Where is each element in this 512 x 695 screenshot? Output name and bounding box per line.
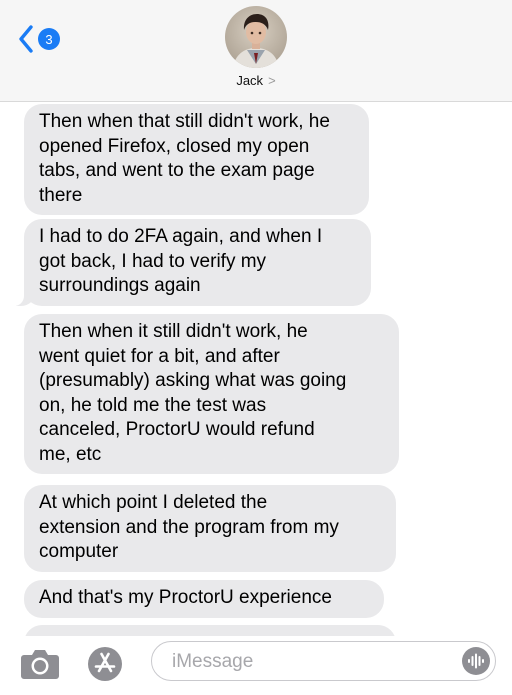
message-thread[interactable]: Then when that still didn't work, he ope…: [0, 102, 512, 636]
message-bubble[interactable]: At which point I deleted the extension a…: [24, 485, 396, 572]
message-line: Then when it still didn't work, he: [39, 321, 308, 342]
conversation-header: 3 Jack >: [0, 0, 512, 102]
imessage-field[interactable]: [151, 641, 496, 682]
message-line: got back, I had to verify my: [39, 250, 267, 272]
message-line: At which point I deleted the: [39, 492, 268, 513]
message-line: me, etc: [39, 443, 102, 465]
message-bubble[interactable]: I had to do 2FA again, and when I got ba…: [14, 219, 371, 306]
message-line: went quiet for a bit, and after: [39, 345, 280, 367]
message-bubble[interactable]: Then when that still didn't work, he ope…: [24, 104, 369, 215]
message-line: extension and the program from my: [39, 516, 339, 538]
contact-avatar[interactable]: [225, 6, 287, 68]
message-input[interactable]: [170, 642, 444, 682]
chevron-right-icon: >: [268, 73, 276, 88]
message-line: Then when that still didn't work, he: [39, 111, 330, 132]
app-store-button[interactable]: [87, 646, 123, 687]
message-line: on, he told me the test was: [39, 394, 267, 416]
unread-count-badge: 3: [38, 28, 60, 50]
back-button[interactable]: 3: [18, 24, 60, 54]
message-line: there: [39, 184, 83, 206]
message-line: computer: [39, 541, 119, 562]
contact-name: Jack: [236, 73, 264, 88]
message-bubble[interactable]: Then when it still didn't work, he went …: [24, 314, 399, 474]
audio-waveform-icon: [468, 653, 484, 669]
audio-message-button[interactable]: [462, 647, 490, 675]
message-line: opened Firefox, closed my open: [39, 135, 310, 157]
message-bubble-partial[interactable]: [24, 625, 396, 636]
camera-button[interactable]: [20, 648, 60, 685]
contact-name-button[interactable]: Jack >: [0, 73, 512, 88]
app-store-icon: [88, 647, 122, 681]
message-line: surroundings again: [39, 275, 201, 296]
message-line: (presumably) asking what was going: [39, 370, 347, 391]
chevron-left-icon: [19, 25, 33, 53]
message-line: tabs, and went to the exam page: [39, 160, 315, 181]
message-line: canceled, ProctorU would refund: [39, 419, 315, 440]
message-bubble[interactable]: And that's my ProctorU experience: [24, 580, 384, 618]
message-line: And that's my ProctorU experience: [39, 587, 332, 608]
message-line: I had to do 2FA again, and when I: [39, 226, 323, 247]
camera-icon: [21, 650, 59, 679]
